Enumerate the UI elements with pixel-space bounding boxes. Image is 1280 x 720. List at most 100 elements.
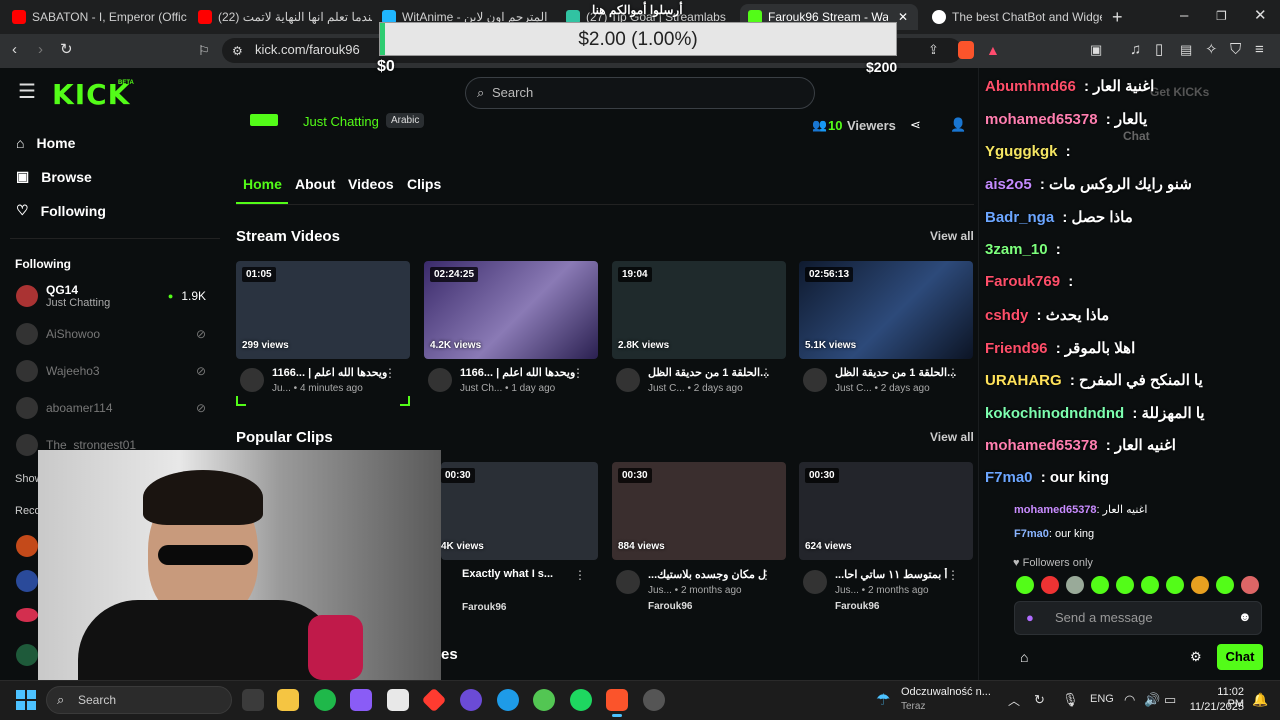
vpn-icon[interactable]: ⛉ [1230,42,1241,58]
microphone-icon[interactable]: ● [1026,610,1034,625]
more-options-icon[interactable]: ⋮ [572,366,584,380]
get-kicks-button[interactable]: Get KICKs [1150,85,1209,99]
reader-icon[interactable]: ▣ [1090,42,1102,58]
site-settings-icon[interactable]: ⚙ [232,43,243,59]
chat-username[interactable]: mohamed65378 [985,111,1098,128]
store-icon[interactable]: ⌂ [1020,649,1028,665]
emote-icon[interactable] [1141,576,1159,594]
avatar[interactable] [240,368,264,392]
more-options-icon[interactable]: ⋮ [947,366,959,380]
store-icon[interactable] [387,689,409,711]
avatar[interactable] [616,570,640,594]
more-options-icon[interactable]: ⋮ [760,366,772,380]
task-view-icon[interactable] [242,689,264,711]
clip-thumbnail[interactable]: 00:30 4K views [441,462,598,560]
tab-videos[interactable]: Videos [348,176,394,192]
forward-icon[interactable]: › [38,42,43,58]
following-channel[interactable]: QG14 Just Chatting ● 1.9K [16,283,206,309]
emoji-picker-icon[interactable]: ☻ [1238,609,1252,624]
microphone-icon[interactable]: 🎙 [1062,692,1079,708]
avatar[interactable] [803,368,827,392]
video-thumbnail[interactable]: 02:56:13 5.1K views [799,261,973,359]
clip-thumbnail[interactable]: 00:30 624 views [799,462,973,560]
maximize-icon[interactable]: ❐ [1216,8,1227,24]
video-thumbnail[interactable]: 02:24:25 4.2K views [424,261,598,359]
send-chat-button[interactable]: Chat [1217,644,1263,670]
clock-date[interactable]: 11/21/2025 [1184,701,1244,713]
emote-icon[interactable] [1241,576,1259,594]
avatar[interactable] [803,570,827,594]
chat-username[interactable]: URAHARG [985,372,1062,389]
avatar[interactable] [16,570,38,592]
windows-start-icon[interactable] [16,690,36,710]
chat-username[interactable]: mohamed65378 [985,437,1098,454]
bookmark-icon[interactable]: ⚐ [198,43,210,59]
xbox-icon[interactable] [314,689,336,711]
emote-icon[interactable] [1041,576,1059,594]
following-channel[interactable]: AiShowoo ⊘ [16,323,206,345]
minimize-icon[interactable]: – [1180,8,1188,24]
emote-icon[interactable] [1216,576,1234,594]
view-all-clips-link[interactable]: View all [930,430,974,444]
brave-rewards-icon[interactable]: ▲ [986,42,1000,58]
chat-username[interactable]: Badr_nga [985,209,1054,226]
reload-icon[interactable]: ↻ [60,42,73,58]
chat-username[interactable]: Abumhmd66 [985,78,1076,95]
chat-input-placeholder[interactable]: Send a message [1055,610,1153,625]
wifi-icon[interactable]: ◠ [1124,692,1135,708]
close-tab-icon[interactable]: ✕ [898,10,908,24]
volume-icon[interactable]: 🔊 [1144,692,1160,708]
tab-home[interactable]: Home [243,176,282,192]
avatar[interactable] [616,368,640,392]
brave-shield-icon[interactable] [958,41,974,59]
taskbar-search-label[interactable]: Search [78,693,116,707]
following-channel[interactable]: Wajeeho3 ⊘ [16,360,206,382]
emote-icon[interactable] [1116,576,1134,594]
taskbar-search[interactable] [46,686,232,714]
clip-thumbnail[interactable]: 00:30 884 views [612,462,786,560]
more-options-icon[interactable]: ⋮ [760,568,772,582]
emote-icon[interactable] [1066,576,1084,594]
chat-username[interactable]: Friend96 [985,340,1048,357]
app-icon[interactable] [533,689,555,711]
more-options-icon[interactable]: ⋮ [574,568,586,582]
channel-avatar[interactable] [250,114,278,126]
follow-user-icon[interactable]: 👤 [950,117,966,133]
app-icon[interactable] [460,689,482,711]
chat-username[interactable]: kokochinodndndnd [985,405,1124,422]
brave-icon[interactable] [606,689,628,711]
avatar[interactable] [428,368,452,392]
file-explorer-icon[interactable] [277,689,299,711]
emote-icon[interactable] [1016,576,1034,594]
language-tag[interactable]: Arabic [386,113,425,128]
more-options-icon[interactable]: ⋮ [947,568,959,582]
tab-about[interactable]: About [295,176,335,192]
sidebar-item-following[interactable]: ♡ Following [16,202,106,219]
share-icon[interactable]: ⋖ [910,117,921,133]
sidebar-item-home[interactable]: ⌂ Home [16,135,75,151]
browser-tab[interactable]: SABATON - I, Emperor (Offic [4,4,188,30]
browser-tab[interactable]: (22) عندما تعلم انها النهاية لاتمت [190,4,372,30]
avatar[interactable] [16,608,38,622]
spotify-icon[interactable] [570,689,592,711]
back-icon[interactable]: ‹ [12,42,17,58]
chat-username[interactable]: 3zam_10 [985,241,1048,258]
sidebar-item-browse[interactable]: ▣ Browse [16,168,92,185]
following-channel[interactable]: aboamer114 ⊘ [16,397,206,419]
app-icon[interactable] [497,689,519,711]
hamburger-menu-icon[interactable]: ☰ [18,82,36,102]
search-placeholder[interactable]: Search [492,85,533,100]
view-all-videos-link[interactable]: View all [930,229,974,243]
video-thumbnail[interactable]: 19:04 2.8K views [612,261,786,359]
chat-username[interactable]: Farouk769 [985,273,1060,290]
emote-icon[interactable] [1166,576,1184,594]
chat-username[interactable]: Yguggkgk [985,143,1058,160]
emote-icon[interactable] [1191,576,1209,594]
chat-username[interactable]: cshdy [985,307,1028,324]
leo-ai-icon[interactable]: ✧ [1205,42,1218,58]
language-indicator[interactable]: ENG [1090,693,1114,705]
tab-clips[interactable]: Clips [407,176,441,192]
settings-gear-icon[interactable]: ⚙ [1190,649,1202,665]
chat-username[interactable]: ais2o5 [985,176,1032,193]
wallet-icon[interactable]: ▤ [1180,42,1192,58]
